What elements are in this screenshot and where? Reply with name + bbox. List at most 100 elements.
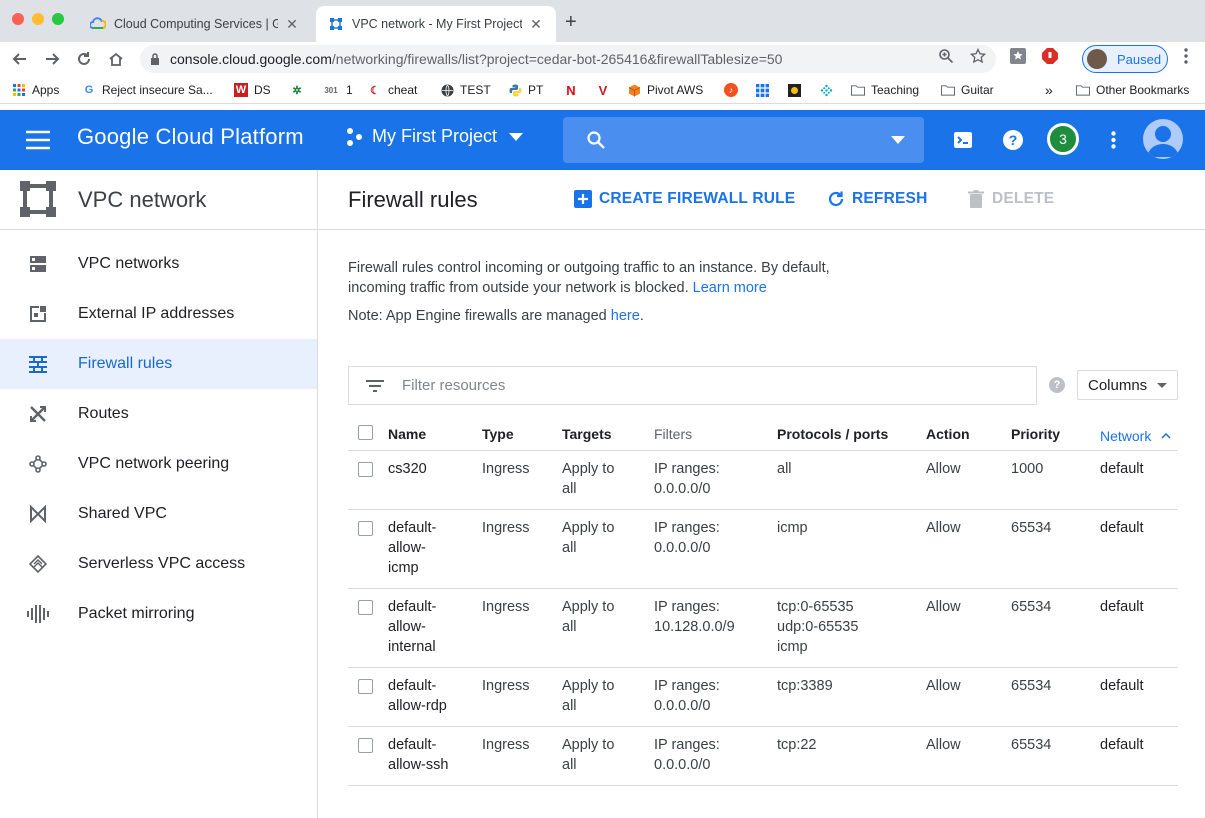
gcp-logo[interactable]: Google Cloud Platform — [77, 124, 304, 150]
profile-paused-button[interactable]: Paused — [1082, 45, 1168, 73]
sidebar-item-packet-mirroring[interactable]: Packet mirroring — [0, 589, 317, 639]
filter-resources-input[interactable]: Filter resources — [348, 366, 1037, 405]
adblock-icon[interactable] — [1042, 48, 1058, 64]
sidebar-item-serverless-vpc[interactable]: Serverless VPC access — [0, 539, 317, 589]
row-checkbox[interactable] — [358, 679, 373, 694]
bookmark-other-bookmarks[interactable]: Other Bookmarks — [1076, 82, 1189, 98]
sidebar-item-vpc-networks[interactable]: VPC networks — [0, 239, 317, 289]
more-vert-icon[interactable] — [1101, 128, 1125, 152]
bookmark-ds[interactable]: W DS — [234, 82, 271, 98]
table-row[interactable]: default-allow-icmp Ingress Apply to all IP r… — [348, 510, 1178, 589]
hamburger-menu-icon[interactable] — [26, 128, 50, 152]
cell-action: Allow — [926, 518, 961, 538]
star-icon[interactable] — [970, 48, 986, 64]
refresh-button[interactable]: REFRESH — [826, 189, 927, 209]
bookmark-cheat[interactable]: ☾ cheat — [368, 82, 417, 98]
column-header-network[interactable]: Network — [1100, 426, 1171, 444]
delete-button[interactable]: DELETE — [966, 189, 1054, 209]
notifications-badge[interactable]: 3 — [1047, 123, 1079, 155]
table-row[interactable]: default-allow-rdp Ingress Apply to all IP ra… — [348, 668, 1178, 727]
zoom-window-button[interactable] — [52, 13, 64, 25]
bookmark-pivot-aws[interactable]: Pivot AWS — [627, 82, 703, 98]
cell-name[interactable]: default-allow-ssh — [388, 735, 448, 775]
sidebar-item-shared-vpc[interactable]: Shared VPC — [0, 489, 317, 539]
bookmarks-overflow-button[interactable]: » — [1045, 82, 1053, 98]
column-header-name[interactable]: Name — [388, 426, 426, 442]
column-header-priority[interactable]: Priority — [1011, 426, 1060, 442]
bookmark-301[interactable]: 301 1 — [322, 82, 352, 98]
back-arrow-icon[interactable] — [8, 47, 32, 71]
help-icon[interactable]: ? — [1001, 128, 1025, 152]
row-checkbox[interactable] — [358, 521, 373, 536]
create-firewall-rule-button[interactable]: CREATE FIREWALL RULE — [573, 189, 795, 209]
minimize-window-button[interactable] — [32, 13, 44, 25]
bookmark-badge[interactable] — [787, 82, 807, 98]
home-icon[interactable] — [104, 47, 128, 71]
sidebar-item-routes[interactable]: Routes — [0, 389, 317, 439]
close-window-button[interactable] — [12, 13, 24, 25]
row-checkbox[interactable] — [358, 600, 373, 615]
row-checkbox[interactable] — [358, 462, 373, 477]
column-header-targets[interactable]: Targets — [562, 426, 612, 442]
cell-line: all — [562, 481, 577, 497]
bookmark-pt[interactable]: PT — [508, 82, 543, 98]
cell-line: Allow — [926, 678, 961, 694]
table-row[interactable]: default-allow-ssh Ingress Apply to all IP ra… — [348, 727, 1178, 786]
profile-status: Paused — [1117, 51, 1162, 67]
browser-tab-active[interactable]: VPC network - My First Project - ✕ — [316, 6, 556, 42]
zoom-icon[interactable] — [938, 48, 954, 64]
row-checkbox[interactable] — [358, 738, 373, 753]
close-icon[interactable]: ✕ — [284, 16, 300, 32]
sidebar-item-firewall-rules[interactable]: Firewall rules — [0, 339, 317, 389]
cell-line: all — [562, 757, 577, 773]
bookmark-folder-guitar[interactable]: Guitar — [941, 82, 994, 98]
intro-text: Firewall rules control incoming or outgo… — [348, 258, 868, 298]
column-header-type[interactable]: Type — [482, 426, 514, 442]
bookmark-dots[interactable] — [819, 82, 839, 98]
table-row[interactable]: default-allow-internal Ingress Apply to all… — [348, 589, 1178, 668]
cell-line: 0.0.0.0/0 — [654, 481, 711, 497]
bookmark-music[interactable]: ♪ — [724, 82, 744, 98]
extension-star-icon[interactable] — [1010, 48, 1026, 64]
search-input[interactable] — [563, 117, 924, 163]
cell-name[interactable]: default-allow-rdp — [388, 676, 447, 716]
bookmark-v[interactable]: V — [596, 82, 616, 98]
cell-name[interactable]: default-allow-internal — [388, 597, 436, 657]
browser-tab[interactable]: Cloud Computing Services | Go ✕ — [78, 6, 312, 42]
cell-line: default- — [388, 599, 437, 615]
cell-network: default — [1100, 459, 1144, 479]
project-selector[interactable]: My First Project — [344, 126, 524, 147]
column-header-protocols[interactable]: Protocols / ports — [777, 426, 888, 442]
cell-line: 65534 — [1011, 737, 1052, 753]
cell-name[interactable]: cs320 — [388, 459, 427, 479]
bookmark-folder-teaching[interactable]: Teaching — [851, 82, 919, 98]
shared-vpc-icon — [26, 502, 50, 526]
forward-arrow-icon[interactable] — [40, 47, 64, 71]
user-avatar[interactable] — [1143, 119, 1183, 159]
cloud-shell-icon[interactable] — [951, 128, 975, 152]
sidebar-item-external-ip[interactable]: External IP addresses — [0, 289, 317, 339]
help-icon[interactable]: ? — [1049, 377, 1065, 393]
columns-dropdown[interactable]: Columns — [1077, 370, 1178, 400]
bookmark-leaf[interactable]: ✲ — [290, 82, 310, 98]
table-row[interactable]: cs320 Ingress Apply to all IP ranges: 0.0.0.0… — [348, 451, 1178, 510]
new-tab-button[interactable]: + — [565, 12, 577, 32]
bookmark-netflix[interactable]: N — [564, 82, 584, 98]
peering-icon — [26, 452, 50, 476]
address-bar[interactable]: console.cloud.google.com/networking/fire… — [140, 45, 996, 73]
sidebar-item-vpc-peering[interactable]: VPC network peering — [0, 439, 317, 489]
bookmark-reject-insecure[interactable]: G Reject insecure Sa... — [82, 82, 213, 98]
swirl-icon: ☾ — [370, 84, 380, 97]
here-link[interactable]: here — [611, 308, 640, 324]
bookmark-test[interactable]: TEST — [440, 82, 491, 98]
bookmark-apps[interactable]: Apps — [12, 82, 59, 98]
bookmark-grid[interactable] — [755, 82, 775, 98]
search-dropdown-icon[interactable] — [891, 136, 905, 144]
more-vert-icon[interactable] — [1178, 48, 1194, 64]
close-icon[interactable]: ✕ — [528, 16, 544, 32]
reload-icon[interactable] — [72, 47, 96, 71]
select-all-checkbox[interactable] — [358, 425, 373, 440]
cell-name[interactable]: default-allow-icmp — [388, 518, 436, 578]
learn-more-link[interactable]: Learn more — [693, 280, 767, 296]
column-header-action[interactable]: Action — [926, 426, 970, 442]
